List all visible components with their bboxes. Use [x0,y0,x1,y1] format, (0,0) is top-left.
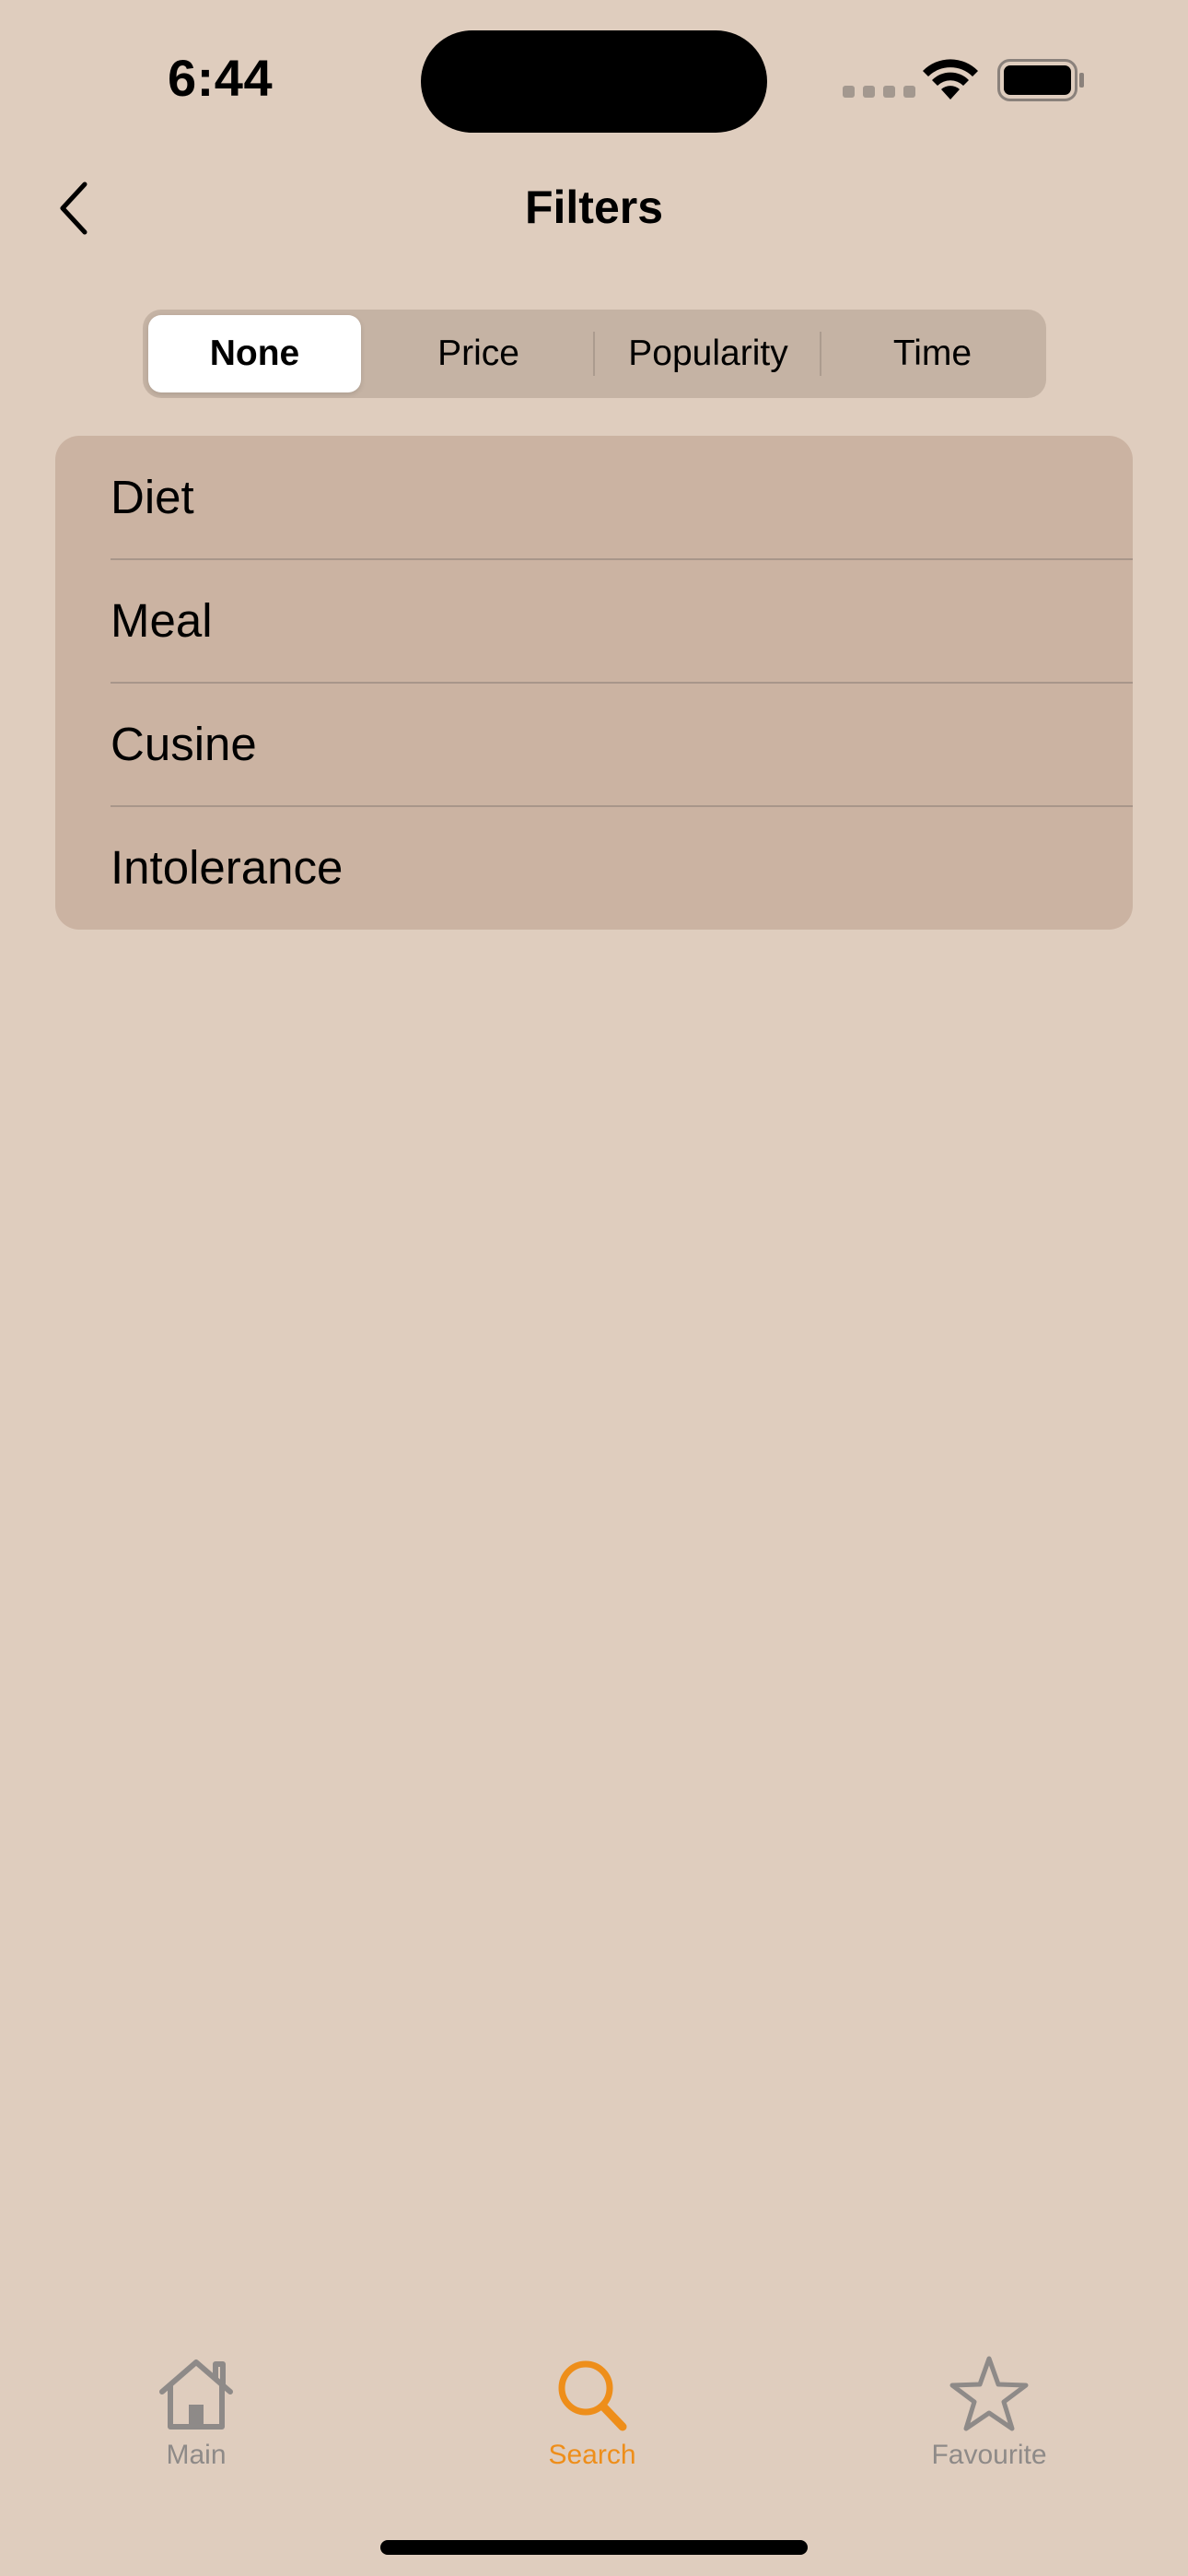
magnifying-glass-icon [558,2360,627,2431]
filter-list: Diet Meal Cusine Intolerance [55,436,1133,930]
star-icon [949,2356,1029,2431]
battery-icon [997,59,1084,101]
segment-time[interactable]: Time [824,315,1041,392]
list-item-diet[interactable]: Diet [55,436,1133,559]
segment-label: Time [892,334,973,373]
segment-divider [820,332,821,376]
segment-price[interactable]: Price [372,315,585,392]
list-item-meal[interactable]: Meal [55,559,1133,683]
segment-label: Price [437,334,519,373]
tab-search[interactable]: Search [491,2355,693,2502]
segment-label: None [209,334,300,373]
tab-label: Search [548,2440,636,2470]
tab-label: Main [166,2440,227,2470]
home-indicator[interactable] [380,2540,808,2555]
list-item-label: Diet [111,471,194,523]
segment-divider [593,332,595,376]
list-item-label: Intolerance [111,841,344,894]
cellular-signal-icon [843,86,915,98]
house-icon [159,2359,233,2430]
sort-segmented-control: None Price Popularity Time [143,310,1046,398]
list-item-cuisine[interactable]: Cusine [55,683,1133,806]
list-item-intolerance[interactable]: Intolerance [55,806,1133,930]
tab-favourite[interactable]: Favourite [888,2355,1090,2502]
tab-main[interactable]: Main [95,2355,297,2502]
segment-label: Popularity [628,334,788,373]
segment-popularity[interactable]: Popularity [598,315,819,392]
wifi-icon [923,59,978,100]
tab-label: Favourite [931,2440,1047,2470]
status-time: 6:44 [168,49,274,107]
dynamic-island [421,30,767,133]
list-item-label: Meal [111,594,213,647]
list-item-label: Cusine [111,718,257,770]
page-title: Filters [524,181,664,233]
segment-none[interactable]: None [148,315,361,392]
